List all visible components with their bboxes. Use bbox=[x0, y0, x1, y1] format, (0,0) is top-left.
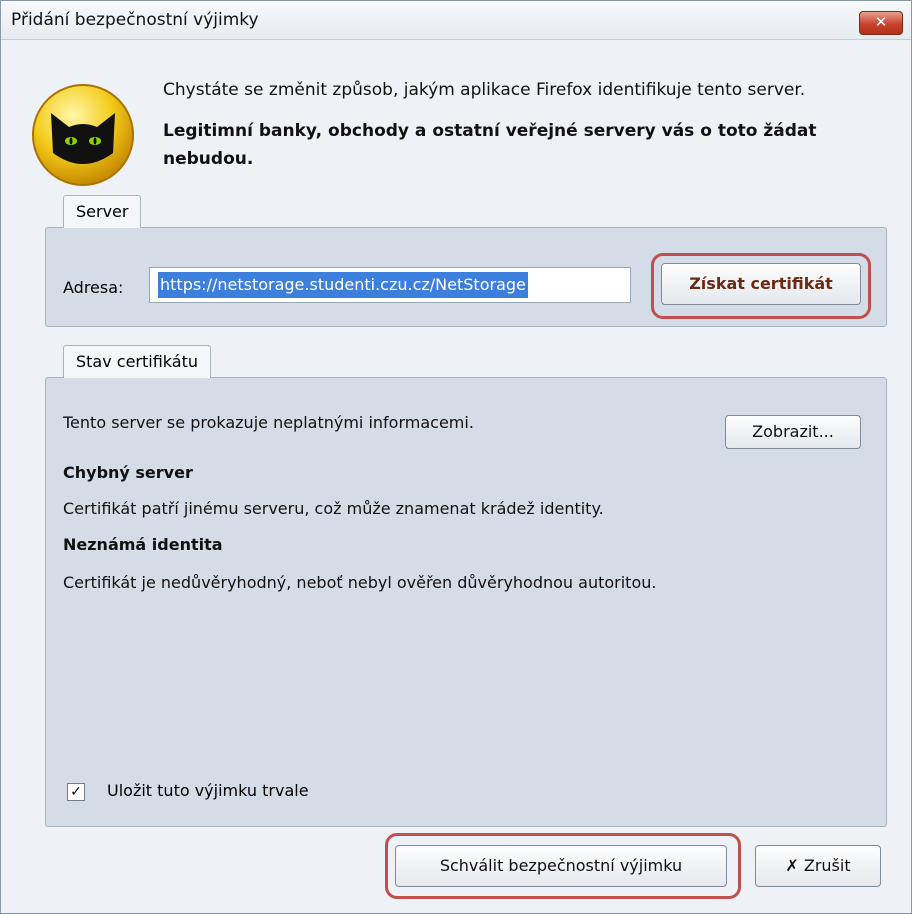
certificate-status-label: Stav certifikátu bbox=[63, 345, 212, 378]
address-input[interactable]: https://netstorage.studenti.czu.cz/NetSt… bbox=[149, 267, 631, 303]
server-group-label: Server bbox=[63, 195, 142, 228]
cancel-button[interactable]: ✗ Zrušit bbox=[755, 845, 881, 887]
close-button[interactable]: ✕ bbox=[859, 11, 903, 35]
issue-unknown-identity-title: Neznámá identita bbox=[63, 535, 223, 554]
window-title: Přidání bezpečnostní výjimky bbox=[11, 10, 259, 30]
black-cat-warning-icon bbox=[32, 84, 134, 186]
view-certificate-button[interactable]: Zobrazit... bbox=[725, 415, 861, 449]
issue-wrong-server-text: Certifikát patří jinému serveru, což můž… bbox=[63, 499, 604, 518]
address-value: https://netstorage.studenti.czu.cz/NetSt… bbox=[158, 272, 528, 298]
save-permanently-label[interactable]: Uložit tuto výjimku trvale bbox=[107, 781, 309, 800]
intro-text: Chystáte se změnit způsob, jakým aplikac… bbox=[163, 80, 806, 100]
warning-text: Legitimní banky, obchody a ostatní veřej… bbox=[163, 121, 817, 169]
address-label: Adresa: bbox=[63, 278, 124, 297]
issue-wrong-server-title: Chybný server bbox=[63, 463, 193, 482]
confirm-exception-button[interactable]: Schválit bezpečnostní výjimku bbox=[395, 845, 727, 887]
close-icon: ✕ bbox=[874, 13, 888, 31]
x-icon: ✗ bbox=[785, 856, 799, 875]
get-certificate-button[interactable]: Získat certifikát bbox=[661, 263, 861, 305]
status-summary: Tento server se prokazuje neplatnými inf… bbox=[63, 413, 474, 432]
save-permanently-checkbox[interactable]: ✓ bbox=[67, 783, 85, 801]
security-exception-dialog: Přidání bezpečnostní výjimky ✕ Chystáte … bbox=[0, 0, 912, 914]
issue-unknown-identity-text: Certifikát je nedůvěryhodný, neboť nebyl… bbox=[63, 573, 657, 592]
cancel-label: Zrušit bbox=[803, 856, 851, 875]
checkmark-icon: ✓ bbox=[70, 784, 82, 800]
title-bar: Přidání bezpečnostní výjimky ✕ bbox=[1, 1, 911, 40]
